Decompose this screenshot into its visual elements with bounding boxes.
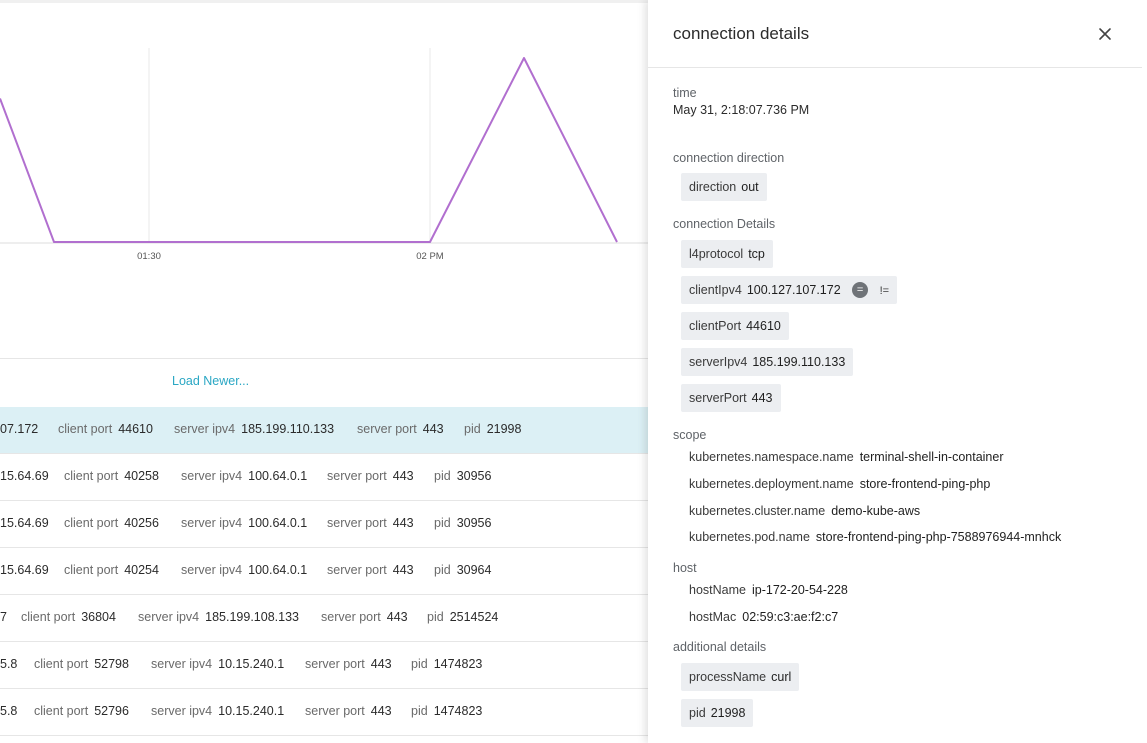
connection-details-label: connection Details <box>673 217 776 231</box>
client-ipv4-cell: 5.8 <box>0 657 18 671</box>
l4protocol-chip[interactable]: l4protocol tcp <box>681 240 773 268</box>
client-ipv4-cell: 15.64.69 <box>0 469 49 483</box>
client-port-cell: client port 36804 <box>21 610 116 624</box>
x-tick-label: 01:30 <box>137 251 161 262</box>
server-ipv4-cell: server ipv4 100.64.0.1 <box>181 516 308 530</box>
client-ipv4-cell: 07.172 <box>0 422 39 436</box>
pid-cell: pid 1474823 <box>411 704 483 718</box>
client-ipv4-cell: 7 <box>0 610 7 624</box>
table-row[interactable]: 5.8 client port 52798 server ipv4 10.15.24… <box>0 642 648 689</box>
server-ipv4-cell: server ipv4 10.15.240.1 <box>151 704 285 718</box>
server-port-cell: server port 443 <box>327 469 414 483</box>
server-ipv4-cell: server ipv4 100.64.0.1 <box>181 469 308 483</box>
pid-cell: pid 1474823 <box>411 657 483 671</box>
load-newer-bar: Load Newer... <box>0 359 648 408</box>
table-row[interactable]: 5.8 client port 52796 server ipv4 10.15.24… <box>0 689 648 736</box>
client-ipv4-chip[interactable]: clientIpv4 100.127.107.172 = != <box>681 276 898 305</box>
client-ipv4-cell: 15.64.69 <box>0 563 49 577</box>
connection-details-panel: connection details time May 31, 2:18:07.… <box>648 0 1147 743</box>
process-name-chip[interactable]: processName curl <box>681 663 800 691</box>
client-port-cell: client port 52798 <box>34 657 129 671</box>
load-newer-link[interactable]: Load Newer... <box>172 374 249 388</box>
client-port-cell: client port 40254 <box>64 563 159 577</box>
scope-namespace: kubernetes.namespace.name terminal-shell-… <box>689 450 1004 464</box>
pid-cell: pid 2514524 <box>427 610 499 624</box>
pid-cell: pid 30964 <box>434 563 492 577</box>
scope-cluster: kubernetes.cluster.name demo-kube-aws <box>689 504 921 518</box>
server-ipv4-cell: server ipv4 185.199.108.133 <box>138 610 299 624</box>
server-ipv4-cell: server ipv4 185.199.110.133 <box>174 422 335 436</box>
server-port-cell: server port 443 <box>305 704 392 718</box>
server-ipv4-chip[interactable]: serverIpv4 185.199.110.133 <box>681 348 854 376</box>
server-port-cell: server port 443 <box>321 610 408 624</box>
panel-title: connection details <box>673 24 810 43</box>
series-line <box>0 57 618 243</box>
events-area: 01:30 02 PM Load Newer... 07.172 client p… <box>0 0 648 743</box>
panel-header: connection details <box>648 0 1142 68</box>
x-tick-label: 02 PM <box>416 251 444 262</box>
table-row[interactable]: 7 client port 36804 server ipv4 185.199.10… <box>0 595 648 642</box>
host-mac: hostMac 02:59:c3:ae:f2:c7 <box>689 610 839 624</box>
table-row[interactable]: 15.64.69 client port 40254 server ipv4 100… <box>0 548 648 595</box>
scope-pod: kubernetes.pod.name store-frontend-ping-p… <box>689 530 1062 544</box>
direction-chip[interactable]: direction out <box>681 173 767 201</box>
scope-deployment: kubernetes.deployment.name store-frontend… <box>689 477 991 491</box>
events-table: 07.172 client port 44610 server ipv4 185.1… <box>0 407 648 736</box>
client-port-chip[interactable]: clientPort 44610 <box>681 312 789 340</box>
server-port-cell: server port 443 <box>327 516 414 530</box>
server-port-chip[interactable]: serverPort 443 <box>681 384 781 412</box>
server-ipv4-cell: server ipv4 10.15.240.1 <box>151 657 285 671</box>
pid-cell: pid 21998 <box>464 422 522 436</box>
client-port-cell: client port 52796 <box>34 704 129 718</box>
close-icon[interactable] <box>1097 26 1113 42</box>
scope-label: scope <box>673 428 707 442</box>
server-port-cell: server port 443 <box>327 563 414 577</box>
server-port-cell: server port 443 <box>357 422 444 436</box>
host-name: hostName ip-172-20-54-228 <box>689 583 848 597</box>
additional-details-label: additional details <box>673 640 767 654</box>
table-row[interactable]: 07.172 client port 44610 server ipv4 185.1… <box>0 407 648 454</box>
host-label: host <box>673 561 697 575</box>
server-port-cell: server port 443 <box>305 657 392 671</box>
connection-direction-label: connection direction <box>673 151 785 165</box>
client-ipv4-cell: 5.8 <box>0 704 18 718</box>
client-port-cell: client port 40258 <box>64 469 159 483</box>
table-row[interactable]: 15.64.69 client port 40256 server ipv4 100… <box>0 501 648 548</box>
pid-chip[interactable]: pid 21998 <box>681 699 754 727</box>
time-label: time <box>673 86 697 100</box>
client-port-cell: client port 44610 <box>58 422 153 436</box>
connections-chart: 01:30 02 PM <box>0 48 648 262</box>
client-ipv4-cell: 15.64.69 <box>0 516 49 530</box>
time-value: May 31, 2:18:07.736 PM <box>673 103 810 117</box>
client-port-cell: client port 40256 <box>64 516 159 530</box>
server-ipv4-cell: server ipv4 100.64.0.1 <box>181 563 308 577</box>
table-row[interactable]: 15.64.69 client port 40258 server ipv4 100… <box>0 454 648 501</box>
pid-cell: pid 30956 <box>434 516 492 530</box>
filter-equals-button[interactable]: = <box>852 281 869 298</box>
filter-not-equals-button[interactable]: != <box>880 277 889 305</box>
pid-cell: pid 30956 <box>434 469 492 483</box>
